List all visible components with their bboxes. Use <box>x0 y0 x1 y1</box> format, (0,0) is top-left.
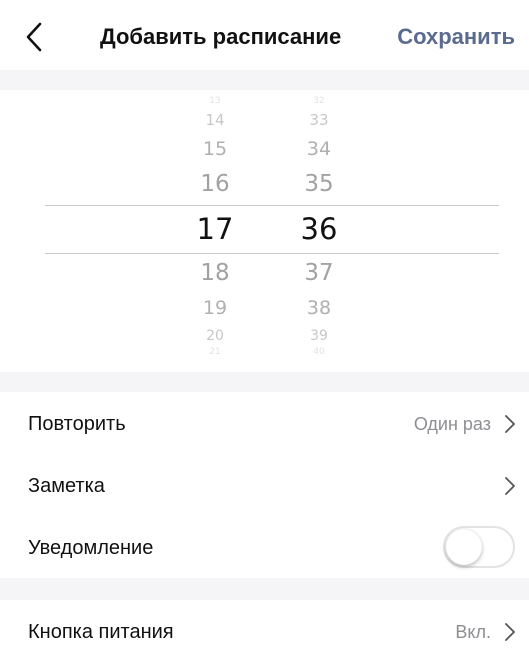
page-title: Добавить расписание <box>100 24 342 49</box>
toggle-knob <box>446 529 482 565</box>
navigation-bar: Добавить расписание Сохранить <box>0 0 529 70</box>
hour-option: 20 <box>206 328 224 344</box>
minute-option: 37 <box>304 260 334 286</box>
hour-option: 19 <box>202 297 228 319</box>
hour-selected: 17 <box>196 212 234 246</box>
section-divider <box>0 372 529 392</box>
power-button-value: Вкл. <box>455 622 491 642</box>
minute-option: 34 <box>306 138 332 160</box>
hour-wheel[interactable]: 13 14 15 16 17 18 19 20 21 <box>175 90 255 372</box>
chevron-right-icon <box>505 477 515 495</box>
hour-option: 14 <box>205 111 225 129</box>
section-divider <box>0 70 529 90</box>
repeat-label: Повторить <box>28 413 126 435</box>
time-picker[interactable]: 13 14 15 16 17 18 19 20 21 32 33 34 35 3… <box>0 90 529 372</box>
power-button-row[interactable]: Кнопка питания Вкл. <box>0 600 529 651</box>
chevron-left-icon[interactable] <box>22 20 50 54</box>
repeat-row[interactable]: Повторить Один раз <box>0 392 529 454</box>
minute-option: 38 <box>306 297 332 319</box>
minute-option: 39 <box>310 328 328 344</box>
section-divider <box>0 578 529 600</box>
hour-option: 18 <box>200 260 230 286</box>
selection-line-bottom <box>45 253 499 254</box>
repeat-value: Один раз <box>413 414 491 434</box>
save-button[interactable]: Сохранить <box>397 24 515 50</box>
minute-option: 35 <box>304 171 334 197</box>
power-button-label: Кнопка питания <box>28 621 174 643</box>
notification-toggle[interactable] <box>443 526 515 568</box>
minute-option: 32 <box>313 96 325 106</box>
notification-row: Уведомление <box>0 516 529 578</box>
chevron-right-icon <box>505 623 515 641</box>
chevron-right-icon <box>505 415 515 433</box>
note-row[interactable]: Заметка <box>0 454 529 516</box>
minute-option: 33 <box>309 111 329 129</box>
minute-wheel[interactable]: 32 33 34 35 36 37 38 39 40 <box>279 90 359 372</box>
minute-selected: 36 <box>300 212 338 246</box>
hour-option: 16 <box>200 171 230 197</box>
hour-option: 21 <box>209 347 221 357</box>
note-label: Заметка <box>28 475 105 497</box>
selection-line-top <box>45 205 499 206</box>
hour-option: 13 <box>209 96 221 106</box>
hour-option: 15 <box>202 138 228 160</box>
minute-option: 40 <box>313 347 325 357</box>
notification-label: Уведомление <box>28 537 154 559</box>
